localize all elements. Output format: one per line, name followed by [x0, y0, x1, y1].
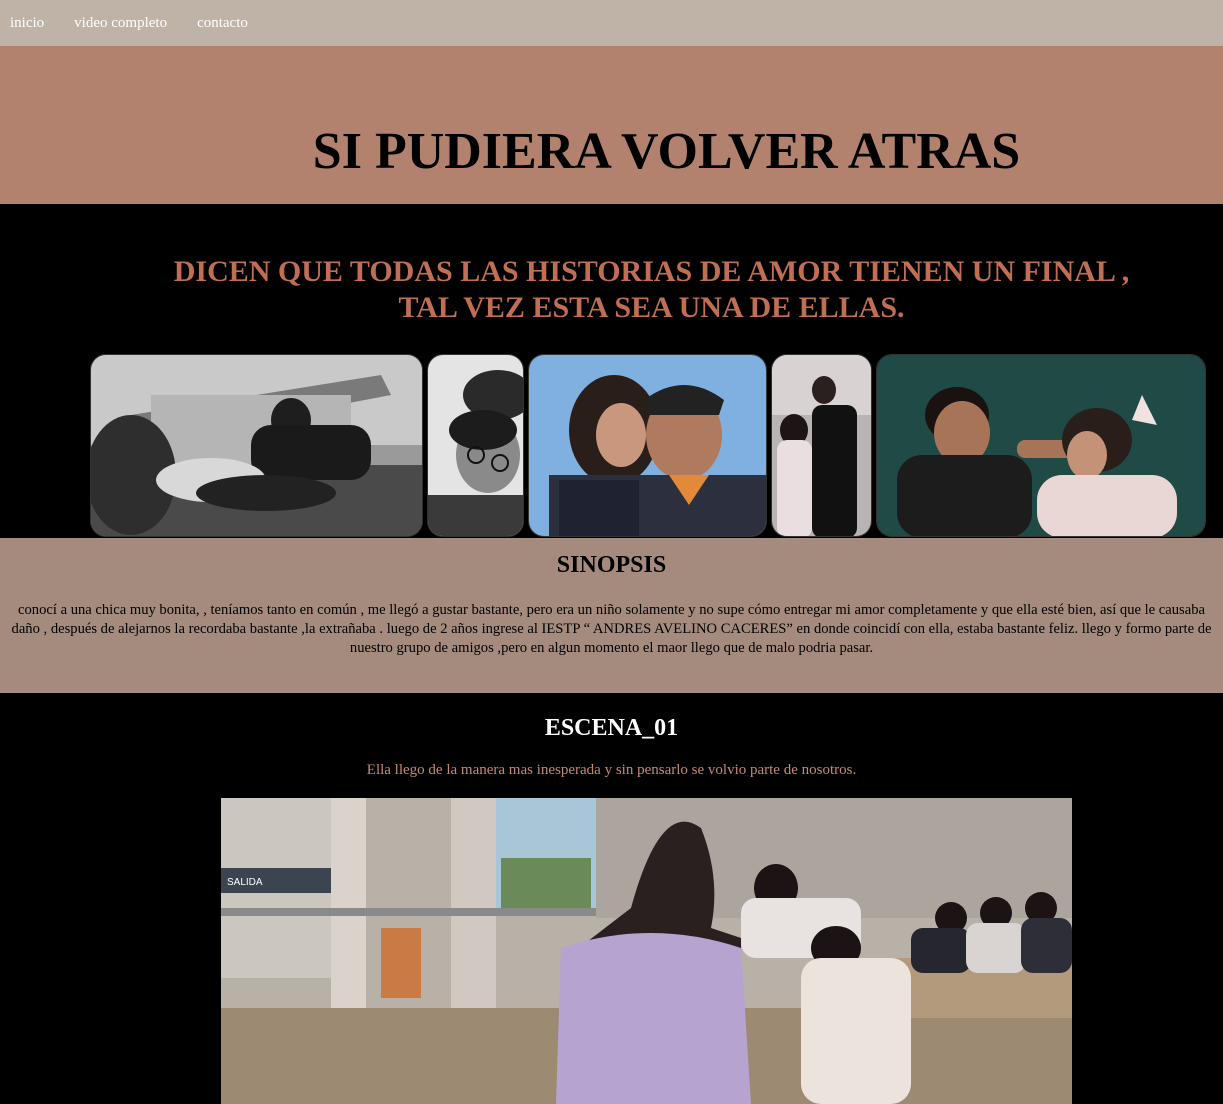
tagline-heading: DICEN QUE TODAS LAS HISTORIAS DE AMOR TI…	[100, 254, 1203, 326]
hero-banner: SI PUDIERA VOLVER ATRAS	[0, 46, 1223, 204]
salida-sign-text: SALIDA	[227, 877, 263, 888]
photo-gallery	[90, 354, 1206, 537]
scene-section: ESCENA_01 Ella llego de la manera mas in…	[0, 693, 1223, 1104]
video-frame-image: SALIDA	[221, 798, 1072, 1104]
synopsis-text: conocí a una chica muy bonita, , teníamo…	[11, 602, 1212, 656]
photo-boy-portrait	[428, 355, 523, 536]
photo-couple-green	[877, 355, 1205, 536]
nav-link-video-completo[interactable]: video completo	[74, 15, 167, 32]
scene-video[interactable]: SALIDA	[221, 798, 1072, 1104]
gallery-photo-2	[427, 354, 524, 537]
page-title: SI PUDIERA VOLVER ATRAS	[312, 123, 1021, 180]
scene-caption: Ella llego de la manera mas inesperada y…	[366, 762, 857, 778]
nav-link-contacto[interactable]: contacto	[197, 15, 248, 32]
synopsis-heading: SINOPSIS	[556, 552, 667, 578]
tagline-line-1: DICEN QUE TODAS LAS HISTORIAS DE AMOR TI…	[173, 255, 1130, 288]
gallery-photo-1	[90, 354, 423, 537]
photo-couple-selfie	[529, 355, 766, 536]
photo-couple-on-grass	[91, 355, 422, 536]
gallery-photo-4	[771, 354, 872, 537]
photo-couple-embrace	[772, 355, 871, 536]
gallery-photo-3	[528, 354, 767, 537]
scene-heading: ESCENA_01	[544, 715, 679, 741]
tagline-line-2: TAL VEZ ESTA SEA UNA DE ELLAS.	[398, 291, 905, 324]
synopsis-section: SINOPSIS conocí a una chica muy bonita, …	[0, 538, 1223, 693]
top-nav: inicio video completo contacto	[0, 0, 1223, 46]
tagline-section: DICEN QUE TODAS LAS HISTORIAS DE AMOR TI…	[0, 204, 1223, 538]
gallery-photo-5	[876, 354, 1206, 537]
nav-link-inicio[interactable]: inicio	[10, 15, 44, 32]
